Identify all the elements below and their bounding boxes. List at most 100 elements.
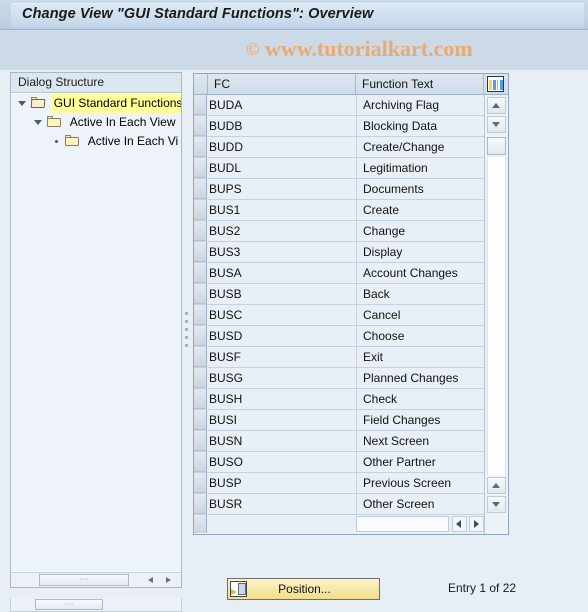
position-button[interactable]: Position... (227, 578, 380, 600)
cell-fc[interactable]: BUDB (209, 116, 354, 137)
cell-fc[interactable]: BUS1 (209, 200, 354, 221)
cell-function-text[interactable]: Account Changes (356, 263, 482, 283)
tree-item-active-in-each-vi[interactable]: Active In Each Vi (11, 132, 181, 151)
cell-function-text[interactable]: Choose (356, 326, 482, 346)
table-row[interactable]: BUDL Legitimation (194, 158, 484, 179)
cell-function-text[interactable]: Planned Changes (356, 368, 482, 388)
cell-fc[interactable]: BUDA (209, 95, 354, 116)
expand-collapse-down-icon[interactable] (33, 113, 44, 132)
cell-fc[interactable]: BUSB (209, 284, 354, 305)
cell-fc[interactable]: BUSA (209, 263, 354, 284)
cell-fc[interactable]: BUSG (209, 368, 354, 389)
cell-function-text[interactable]: Display (356, 242, 482, 262)
cell-function-text[interactable]: Check (356, 389, 482, 409)
row-selector[interactable] (194, 431, 207, 451)
cell-function-text[interactable]: Cancel (356, 305, 482, 325)
row-selector[interactable] (194, 368, 207, 388)
row-selector[interactable] (194, 494, 207, 514)
row-selector[interactable] (194, 305, 207, 325)
table-row[interactable]: BUSA Account Changes (194, 263, 484, 284)
scroll-page-down-icon[interactable] (487, 496, 506, 513)
cell-function-text[interactable]: Previous Screen (356, 473, 482, 493)
table-row[interactable]: BUSR Other Screen (194, 494, 484, 515)
cell-fc[interactable]: BUPS (209, 179, 354, 200)
scroll-down-icon[interactable] (487, 116, 506, 133)
row-selector[interactable] (194, 389, 207, 409)
cell-function-text[interactable]: Documents (356, 179, 482, 199)
table-row[interactable]: BUSB Back (194, 284, 484, 305)
table-row[interactable]: BUDB Blocking Data (194, 116, 484, 137)
row-selector[interactable] (194, 95, 207, 115)
cell-function-text[interactable]: Back (356, 284, 482, 304)
cell-fc[interactable]: BUSP (209, 473, 354, 494)
row-selector[interactable] (194, 137, 207, 157)
column-settings-button[interactable] (484, 74, 508, 94)
cell-fc[interactable]: BUDD (209, 137, 354, 158)
table-row[interactable]: BUSI Field Changes (194, 410, 484, 431)
row-selector[interactable] (194, 200, 207, 220)
row-selector[interactable] (194, 263, 207, 283)
cell-fc[interactable]: BUS3 (209, 242, 354, 263)
table-row[interactable]: BUSC Cancel (194, 305, 484, 326)
cell-function-text[interactable]: Create/Change (356, 137, 482, 157)
cell-fc[interactable]: BUSN (209, 431, 354, 452)
cell-function-text[interactable]: Blocking Data (356, 116, 482, 136)
table-row[interactable]: BUDA Archiving Flag (194, 95, 484, 116)
tree-horizontal-scrollbar[interactable] (11, 572, 181, 587)
cell-function-text[interactable]: Archiving Flag (356, 95, 482, 115)
tree-item-gui-standard-functions[interactable]: GUI Standard Functions (11, 94, 181, 113)
cell-function-text[interactable]: Create (356, 200, 482, 220)
scrollbar-track[interactable] (356, 516, 449, 532)
table-row[interactable]: BUPS Documents (194, 179, 484, 200)
splitter-grip-icon[interactable] (185, 312, 189, 352)
row-selector[interactable] (194, 347, 207, 367)
table-row[interactable]: BUSD Choose (194, 326, 484, 347)
row-selector[interactable] (194, 158, 207, 178)
cell-function-text[interactable]: Next Screen (356, 431, 482, 451)
table-row[interactable]: BUDD Create/Change (194, 137, 484, 158)
table-row[interactable]: BUS1 Create (194, 200, 484, 221)
column-header-function-text[interactable]: Function Text (356, 74, 484, 94)
row-selector[interactable] (194, 179, 207, 199)
table-row[interactable]: BUSH Check (194, 389, 484, 410)
table-row[interactable]: BUSG Planned Changes (194, 368, 484, 389)
cell-fc[interactable]: BUDL (209, 158, 354, 179)
select-all-header-cell[interactable] (194, 74, 208, 94)
table-horizontal-scrollbar[interactable] (356, 515, 484, 534)
table-row[interactable]: BUSP Previous Screen (194, 473, 484, 494)
scroll-right-icon[interactable] (469, 516, 484, 532)
scroll-left-icon[interactable] (145, 574, 159, 586)
cell-function-text[interactable]: Other Partner (356, 452, 482, 472)
cell-function-text[interactable]: Field Changes (356, 410, 482, 430)
table-row[interactable]: BUSF Exit (194, 347, 484, 368)
scrollbar-thumb[interactable] (39, 574, 129, 586)
expand-collapse-down-icon[interactable] (17, 94, 28, 113)
scroll-up-icon[interactable] (487, 97, 506, 114)
cell-fc[interactable]: BUSO (209, 452, 354, 473)
cell-function-text[interactable]: Exit (356, 347, 482, 367)
scroll-right-icon[interactable] (162, 574, 176, 586)
cell-fc[interactable]: BUSC (209, 305, 354, 326)
row-selector[interactable] (194, 221, 207, 241)
table-vertical-scrollbar[interactable] (484, 95, 508, 534)
table-row[interactable]: BUS3 Display (194, 242, 484, 263)
table-row[interactable]: BUS2 Change (194, 221, 484, 242)
cell-function-text[interactable]: Other Screen (356, 494, 482, 514)
row-selector[interactable] (194, 452, 207, 472)
table-row[interactable]: BUSO Other Partner (194, 452, 484, 473)
cell-function-text[interactable]: Change (356, 221, 482, 241)
panel-splitter[interactable] (184, 72, 190, 588)
row-selector[interactable] (194, 515, 207, 533)
row-selector[interactable] (194, 116, 207, 136)
scrollbar-track[interactable] (487, 157, 506, 475)
cell-fc[interactable]: BUSH (209, 389, 354, 410)
scroll-page-up-icon[interactable] (487, 477, 506, 494)
cell-fc[interactable]: BUSD (209, 326, 354, 347)
bottom-left-scrollbar[interactable] (10, 598, 182, 612)
row-selector[interactable] (194, 473, 207, 493)
cell-fc[interactable]: BUS2 (209, 221, 354, 242)
row-selector[interactable] (194, 284, 207, 304)
tree-item-active-in-each-view[interactable]: Active In Each View (11, 113, 181, 132)
cell-function-text[interactable]: Legitimation (356, 158, 482, 178)
row-selector[interactable] (194, 242, 207, 262)
